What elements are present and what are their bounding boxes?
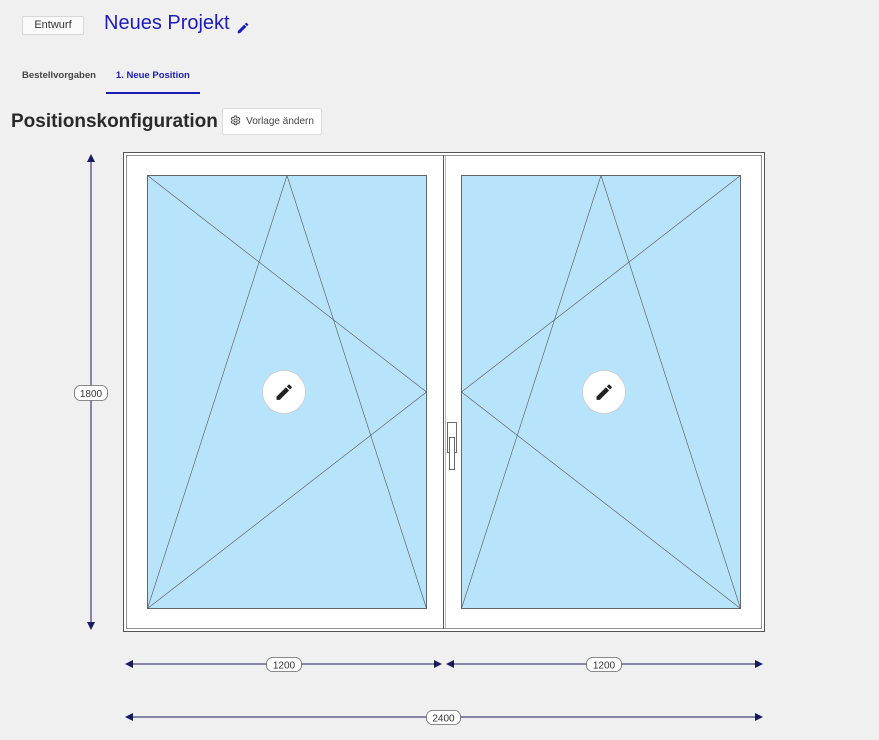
left-width-dimension: 1200 <box>125 657 442 672</box>
height-dimension-label: 1800 <box>80 389 103 400</box>
window-drawing: 1800 1200 1200 2400 <box>74 152 765 725</box>
right-width-label: 1200 <box>593 661 616 672</box>
total-width-dimension: 2400 <box>125 710 763 725</box>
total-width-label: 2400 <box>432 714 455 725</box>
left-width-label: 1200 <box>273 661 296 672</box>
right-sash-edit-button[interactable] <box>582 370 626 414</box>
left-sash-edit-button[interactable] <box>262 370 306 414</box>
height-dimension: 1800 <box>74 154 108 630</box>
right-width-dimension: 1200 <box>446 657 763 672</box>
